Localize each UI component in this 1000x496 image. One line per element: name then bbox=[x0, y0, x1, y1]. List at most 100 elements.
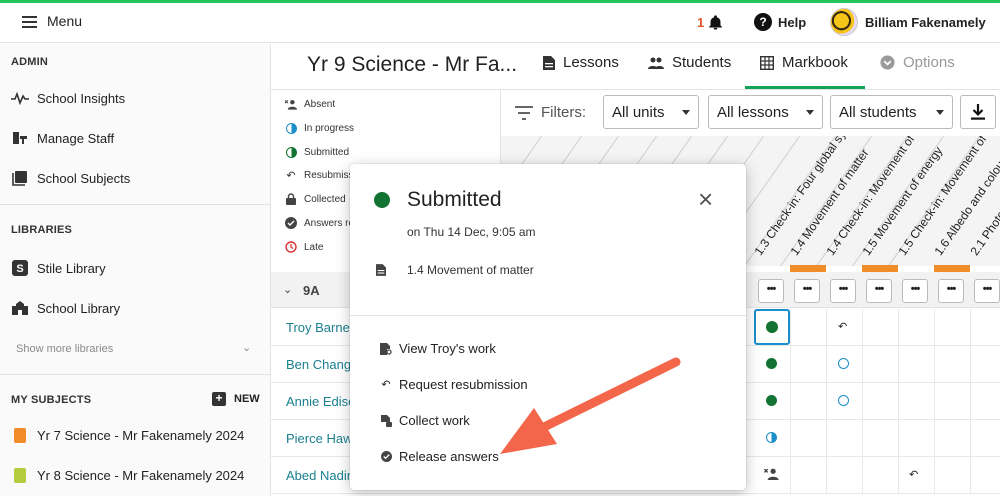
student-name[interactable]: Troy Barnes bbox=[286, 320, 356, 335]
units-filter-select[interactable]: All units bbox=[603, 95, 699, 129]
check-circle-icon bbox=[285, 217, 297, 229]
students-filter-select[interactable]: All students bbox=[830, 95, 953, 129]
student-name[interactable]: Abed Nadir bbox=[286, 468, 351, 483]
lock-icon bbox=[285, 193, 297, 205]
submitted-icon bbox=[285, 146, 297, 158]
lessons-filter-select[interactable]: All lessons bbox=[708, 95, 823, 129]
legend-item: Collected bbox=[285, 193, 346, 205]
release-answers-action[interactable]: Release answers bbox=[380, 449, 499, 464]
not-started-icon[interactable] bbox=[838, 395, 849, 406]
tab-students[interactable]: Students bbox=[648, 54, 731, 71]
absent-icon[interactable] bbox=[763, 468, 779, 483]
stile-logo-icon: S bbox=[11, 259, 29, 277]
resubmit-icon: ↶ bbox=[381, 379, 391, 391]
chevron-down-icon[interactable]: ⌄ bbox=[242, 341, 251, 354]
show-more-libraries[interactable]: Show more libraries bbox=[16, 343, 113, 355]
libraries-section-title: LIBRARIES bbox=[11, 224, 73, 236]
sidebar-item-label: Stile Library bbox=[37, 260, 106, 276]
menu-button[interactable]: Menu bbox=[22, 13, 82, 29]
sidebar-item-manage-staff[interactable]: Manage Staff bbox=[11, 129, 114, 147]
in-progress-icon[interactable] bbox=[766, 432, 777, 443]
sidebar: ADMIN School Insights Manage Staff Schoo… bbox=[0, 44, 271, 496]
sidebar-item-label: Yr 7 Science - Mr Fakenamely 2024 bbox=[37, 427, 245, 443]
page-title: Yr 9 Science - Mr Fa... bbox=[307, 53, 518, 76]
people-icon bbox=[648, 57, 664, 69]
legend-item: Submitted bbox=[285, 146, 349, 158]
selected-cell[interactable] bbox=[754, 309, 790, 345]
filters-label: Filters: bbox=[515, 104, 586, 121]
sidebar-item-school-subjects[interactable]: School Subjects bbox=[11, 169, 130, 187]
admin-section-title: ADMIN bbox=[11, 56, 49, 68]
user-name: Billiam Fakenamely bbox=[865, 14, 986, 30]
document-icon bbox=[543, 55, 555, 70]
pulse-icon bbox=[11, 89, 29, 107]
view-work-action[interactable]: View Troy's work bbox=[380, 341, 496, 356]
tab-lessons[interactable]: Lessons bbox=[543, 54, 619, 71]
caret-down-icon bbox=[682, 110, 690, 115]
lesson-name: 1.4 Movement of matter bbox=[407, 263, 534, 277]
legend-item: Absent bbox=[285, 98, 335, 110]
filters-bar: Filters: All units All lessons All stude… bbox=[501, 90, 1000, 136]
user-menu[interactable]: Billiam Fakenamely bbox=[830, 8, 986, 36]
sidebar-item-stile-library[interactable]: S Stile Library bbox=[11, 259, 106, 277]
tab-label: Lessons bbox=[563, 54, 619, 71]
resubmit-icon[interactable]: ↶ bbox=[909, 468, 918, 481]
sidebar-item-label: Manage Staff bbox=[37, 130, 115, 146]
sidebar-item-label: School Subjects bbox=[37, 170, 131, 186]
new-label: NEW bbox=[234, 393, 260, 405]
column-menu-button[interactable]: ••• bbox=[974, 279, 1000, 303]
tab-markbook[interactable]: Markbook bbox=[760, 54, 848, 71]
new-subject-button[interactable]: + NEW bbox=[212, 392, 260, 406]
chevron-circle-icon bbox=[880, 55, 895, 70]
sidebar-item-subject-yr8[interactable]: Yr 8 Science - Mr Fakenamely 2024 bbox=[11, 466, 244, 484]
tab-label: Markbook bbox=[782, 54, 848, 71]
submitted-icon[interactable] bbox=[766, 395, 777, 406]
menu-label: Menu bbox=[47, 13, 83, 29]
close-icon[interactable]: × bbox=[698, 186, 713, 212]
collect-work-action[interactable]: Collect work bbox=[380, 413, 470, 428]
caret-down-icon bbox=[806, 110, 814, 115]
column-menu-button[interactable]: ••• bbox=[830, 279, 856, 303]
legend-item: In progress bbox=[285, 122, 354, 134]
books-icon bbox=[11, 169, 29, 187]
sidebar-item-school-library[interactable]: School Library bbox=[11, 299, 120, 317]
column-menu-button[interactable]: ••• bbox=[794, 279, 820, 303]
sidebar-item-label: School Insights bbox=[37, 90, 126, 106]
plus-icon: + bbox=[212, 392, 226, 406]
top-bar: Menu 1 ? Help Billiam Fakenamely bbox=[0, 3, 1000, 43]
check-circle-icon bbox=[380, 451, 392, 463]
my-subjects-section-title: MY SUBJECTS bbox=[11, 394, 92, 406]
submitted-date: on Thu 14 Dec, 9:05 am bbox=[407, 225, 536, 239]
column-menu-button[interactable]: ••• bbox=[902, 279, 928, 303]
chevron-down-icon: ⌄ bbox=[283, 284, 293, 296]
collect-icon bbox=[380, 414, 392, 427]
view-work-icon bbox=[380, 342, 392, 355]
divider bbox=[350, 315, 746, 316]
request-resubmission-action[interactable]: ↶ Request resubmission bbox=[380, 377, 527, 392]
help-icon: ? bbox=[754, 13, 772, 31]
popover-title: Submitted bbox=[407, 188, 502, 211]
student-name[interactable]: Ben Chang bbox=[286, 357, 351, 372]
sidebar-item-school-insights[interactable]: School Insights bbox=[11, 89, 125, 107]
help-label: Help bbox=[778, 14, 807, 30]
notifications-button[interactable]: 1 bbox=[697, 14, 724, 31]
sidebar-item-subject-yr7[interactable]: Yr 7 Science - Mr Fakenamely 2024 bbox=[11, 426, 244, 444]
column-menu-button[interactable]: ••• bbox=[938, 279, 964, 303]
column-menu-button[interactable]: ••• bbox=[866, 279, 892, 303]
not-started-icon[interactable] bbox=[838, 358, 849, 369]
divider bbox=[0, 374, 270, 375]
submitted-icon bbox=[766, 321, 778, 333]
filter-icon bbox=[515, 105, 533, 120]
absent-icon bbox=[285, 98, 297, 110]
resubmit-icon[interactable]: ↶ bbox=[838, 320, 847, 333]
download-button[interactable] bbox=[960, 95, 996, 129]
column-menu-button[interactable]: ••• bbox=[758, 279, 784, 303]
book-icon bbox=[14, 467, 26, 483]
help-button[interactable]: ? Help bbox=[754, 13, 806, 31]
sidebar-item-label: Yr 8 Science - Mr Fakenamely 2024 bbox=[37, 467, 245, 483]
legend-item: Late bbox=[285, 241, 323, 253]
tab-options[interactable]: Options bbox=[880, 54, 955, 71]
tab-label: Students bbox=[672, 54, 732, 71]
submitted-icon[interactable] bbox=[766, 358, 777, 369]
bell-icon bbox=[709, 15, 723, 30]
